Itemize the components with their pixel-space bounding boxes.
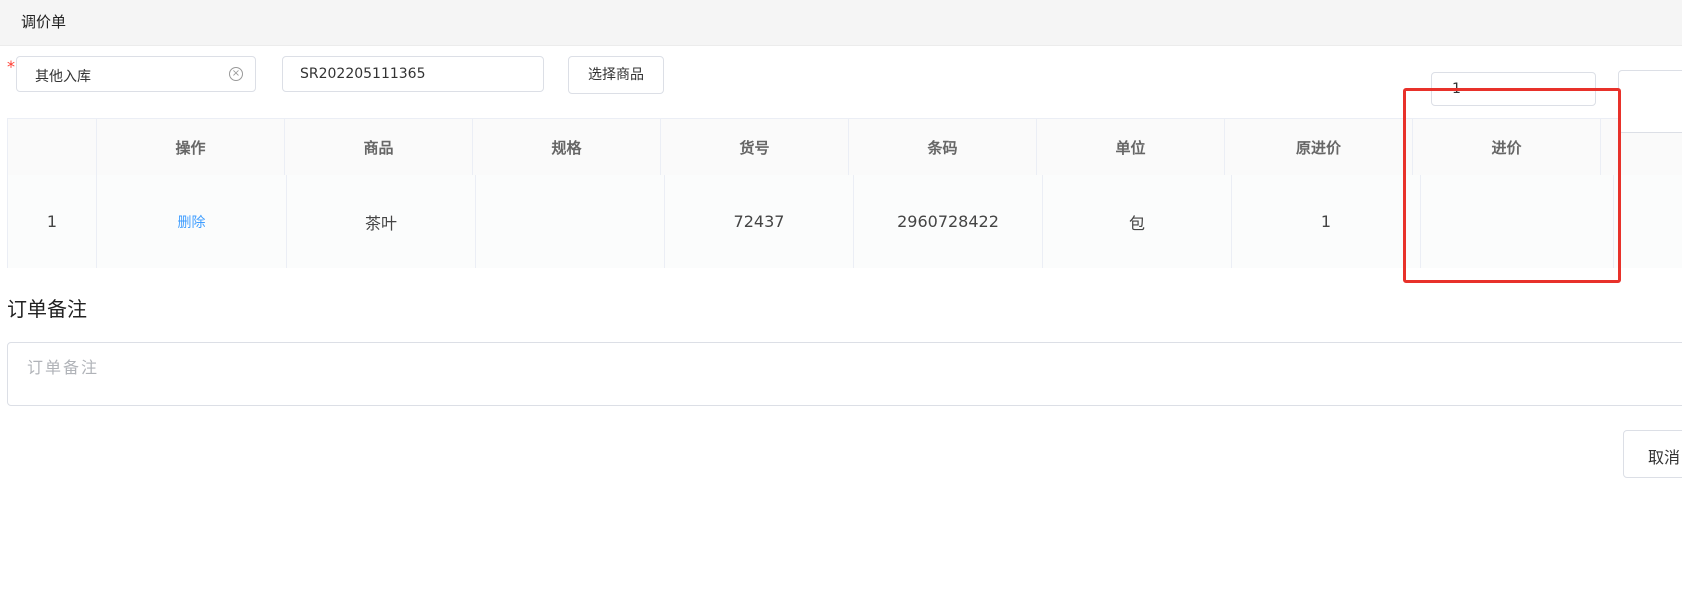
- item-no-cell: 72437: [665, 175, 854, 268]
- barcode-cell: 2960728422: [854, 175, 1043, 268]
- column-header-unit: 单位: [1037, 119, 1225, 175]
- inbound-type-select[interactable]: 其他入库 ×: [16, 56, 256, 92]
- spec-cell: [476, 175, 665, 268]
- table-header: 操作 商品 规格 货号 条码 单位 原进价 进价: [8, 119, 1682, 176]
- remark-placeholder: 订单备注: [27, 358, 100, 377]
- order-number-input[interactable]: SR202205111365: [282, 56, 544, 92]
- unit-cell: 包: [1043, 175, 1232, 268]
- page-header: 调价单: [0, 0, 1682, 46]
- cancel-button[interactable]: 取消: [1623, 430, 1682, 478]
- table-row: 1 删除 茶叶 72437 2960728422 包 1: [8, 175, 1682, 268]
- column-header-orig-price: 原进价: [1225, 119, 1413, 175]
- column-header-spec: 规格: [473, 119, 661, 175]
- order-number-value: SR202205111365: [300, 66, 426, 82]
- cancel-label: 取消: [1648, 448, 1681, 467]
- orig-price-cell: 1: [1232, 175, 1421, 268]
- purchase-price-input[interactable]: 1: [1431, 72, 1596, 106]
- column-header-index: [8, 119, 97, 175]
- choose-goods-button[interactable]: 选择商品: [568, 56, 664, 94]
- column-header-price: 进价: [1413, 119, 1601, 175]
- remark-title: 订单备注: [7, 297, 87, 321]
- required-mark: *: [7, 57, 15, 76]
- clear-icon[interactable]: ×: [229, 67, 243, 81]
- delete-link[interactable]: 删除: [97, 175, 287, 268]
- row-index: 1: [8, 175, 97, 268]
- next-column-input[interactable]: [1618, 70, 1682, 133]
- column-header-action: 操作: [97, 119, 285, 175]
- remark-textarea[interactable]: 订单备注: [7, 342, 1682, 406]
- inbound-type-value: 其他入库: [35, 69, 91, 85]
- price-cell: [1421, 175, 1614, 268]
- purchase-price-value: 1: [1452, 81, 1461, 97]
- goods-cell: 茶叶: [287, 175, 476, 268]
- goods-table: 操作 商品 规格 货号 条码 单位 原进价 进价 1 删除 茶叶 72437 2…: [7, 118, 1682, 268]
- column-header-goods: 商品: [285, 119, 473, 175]
- column-header-item-no: 货号: [661, 119, 849, 175]
- column-header-barcode: 条码: [849, 119, 1037, 175]
- page-title: 调价单: [21, 13, 67, 31]
